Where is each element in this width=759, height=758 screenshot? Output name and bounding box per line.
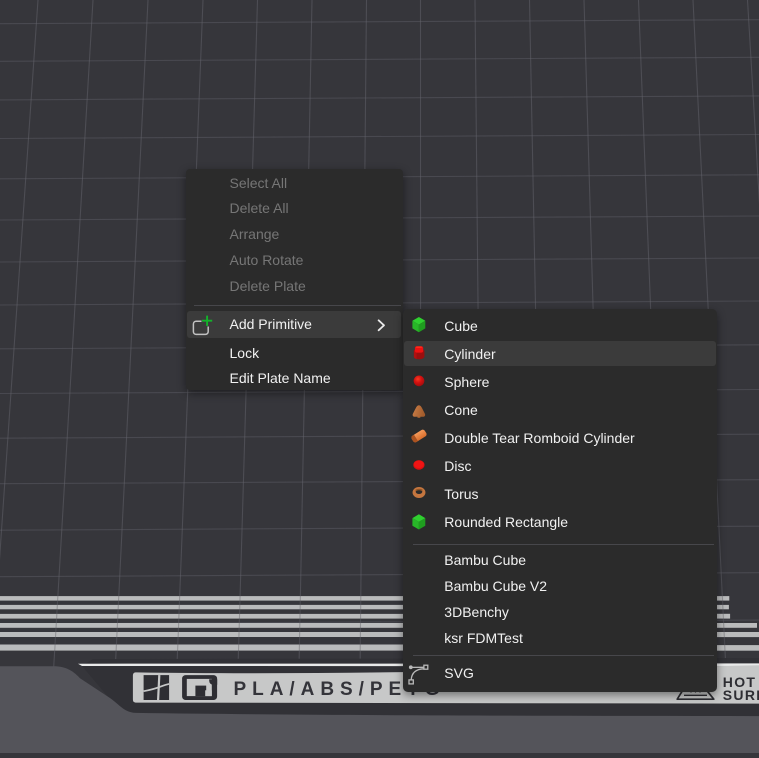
svg-text:SURFACE: SURFACE (723, 687, 759, 703)
